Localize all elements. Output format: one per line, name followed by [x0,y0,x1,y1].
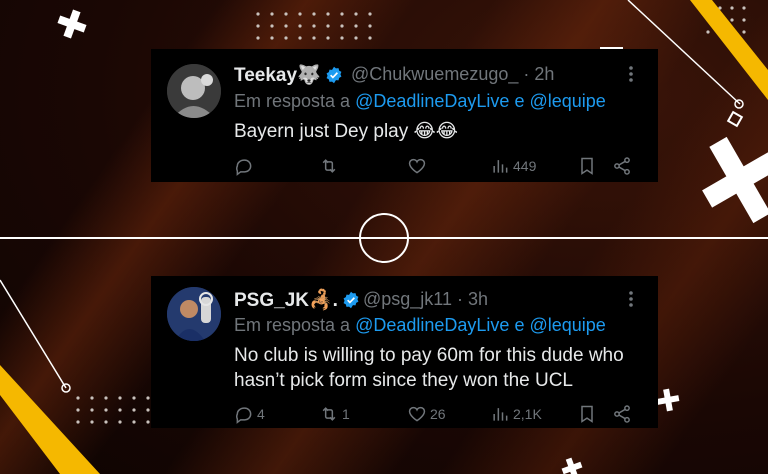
like-button[interactable] [407,156,430,176]
reply-context: Em resposta a @DeadlineDayLive e @lequip… [234,315,606,335]
retweet-button[interactable]: 1 [319,404,350,424]
plus-shape-small-right [656,388,680,412]
plus-shape-top-left [57,9,87,39]
tweet-card-2[interactable]: PSG_JK🦂. @psg_jk11 · 3h Em resposta a @D… [151,276,658,428]
white-line-bottom-left [0,279,67,389]
share-icon [614,157,630,175]
mention-link[interactable]: @lequipe [529,315,605,335]
bookmark-button[interactable] [577,404,597,424]
mention-link[interactable]: @DeadlineDayLive [355,91,509,111]
mention-link[interactable]: @lequipe [529,91,605,111]
bookmark-icon [581,157,593,175]
yellow-stripe-bottom-left [0,365,100,474]
reply-button[interactable] [234,156,257,176]
share-icon [614,405,630,423]
more-icon[interactable] [628,65,634,83]
views-button[interactable]: 2,1K [490,404,542,424]
avatar[interactable] [167,64,221,118]
dot-grid-bottom-left [76,396,150,424]
like-icon [408,406,426,422]
like-icon [408,158,426,174]
more-icon[interactable] [628,290,634,308]
reply-icon [236,407,252,424]
like-button[interactable]: 26 [407,404,446,424]
retweet-icon [322,159,336,173]
verified-badge-icon [343,291,359,309]
plus-shape-bottom [561,457,583,474]
reply-button[interactable]: 4 [234,404,265,424]
dot-grid-top [256,12,372,40]
reply-context: Em resposta a @DeadlineDayLive e @lequip… [234,91,606,111]
avatar-image [167,64,221,118]
retweet-icon [322,407,336,421]
tweet-text: Bayern just Dey play 😂😂 [234,121,458,142]
retweet-button[interactable] [319,156,342,176]
tweet-text: No club is willing to pay 60m for this d… [234,345,624,391]
avatar[interactable] [167,287,221,341]
plus-shape-right [702,136,768,224]
yellow-stripe-top-right [690,0,768,100]
share-button[interactable] [612,156,632,176]
views-button[interactable]: 449 [490,156,536,176]
share-button[interactable] [612,404,632,424]
avatar-image [167,287,221,341]
handle-and-time[interactable]: @psg_jk11 · 3h [363,289,488,310]
bookmark-icon [581,405,593,423]
verified-badge-icon [326,66,342,84]
tweet-card-1[interactable]: Teekay🐺 @Chukwuemezugo_ · 2h Em resposta… [151,49,658,182]
bookmark-button[interactable] [577,156,597,176]
display-name[interactable]: PSG_JK🦂. [234,288,360,312]
reply-icon [236,159,252,176]
views-icon [493,408,508,421]
display-name[interactable]: Teekay🐺 [234,63,343,87]
mention-link[interactable]: @DeadlineDayLive [355,315,509,335]
views-icon [493,160,508,173]
handle-and-time[interactable]: @Chukwuemezugo_ · 2h [351,64,554,85]
